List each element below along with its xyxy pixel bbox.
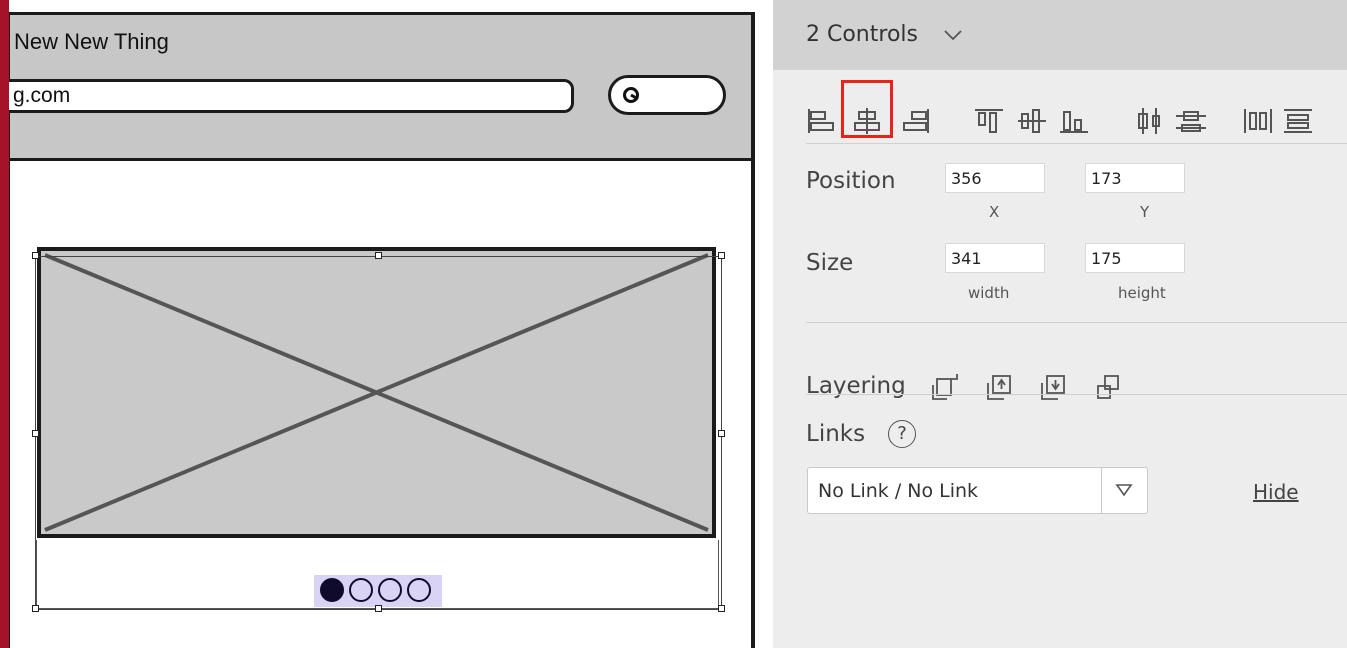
pager-dot-1[interactable] [320,578,344,602]
send-backward-icon[interactable] [1040,373,1068,401]
align-right-icon[interactable] [900,108,930,134]
link-select-value: No Link / No Link [818,480,979,502]
resize-handle-bottom-left[interactable] [32,605,39,612]
url-text: g.com [13,84,71,107]
links-label: Links [806,421,866,447]
size-height-caption: height [1118,284,1166,302]
mockup-canvas[interactable]: New New Thing g.com [9,0,773,648]
link-select[interactable]: No Link / No Link [807,467,1148,514]
resize-handle-bottom[interactable] [375,605,382,612]
position-x-input[interactable]: 356 [945,163,1045,193]
position-y-caption: Y [1140,203,1150,221]
panel-header-title: 2 Controls [806,22,918,47]
resize-handle-top[interactable] [375,252,382,259]
select-divider [1101,468,1102,513]
space-vertical-icon[interactable] [1283,108,1313,134]
accent-strip-left [0,0,9,648]
hide-link[interactable]: Hide [1253,480,1299,504]
resize-handle-top-left[interactable] [32,252,39,259]
browser-chrome: New New Thing g.com [9,15,751,161]
position-label: Position [806,168,896,194]
image-placeholder[interactable] [37,247,716,538]
align-bottom-icon[interactable] [1059,108,1089,134]
search-button[interactable] [608,75,726,115]
panel-header[interactable]: 2 Controls [773,0,1347,70]
pager-dot-4[interactable] [407,578,431,602]
divider [806,322,1347,323]
size-height-input[interactable]: 175 [1085,243,1185,273]
chevron-down-icon[interactable] [943,28,963,42]
resize-handle-top-right[interactable] [718,252,725,259]
search-icon [623,87,639,103]
divider [806,143,1347,144]
space-horizontal-icon[interactable] [1243,108,1273,134]
send-to-back-icon[interactable] [1095,373,1123,401]
pager-dot-3[interactable] [378,578,402,602]
resize-handle-left[interactable] [32,430,39,437]
browser-title: New New Thing [14,29,169,54]
distribute-horizontal-icon[interactable] [1135,108,1165,134]
align-left-icon[interactable] [807,108,837,134]
dropdown-arrow-icon[interactable] [1115,483,1133,497]
url-bar[interactable]: g.com [9,79,574,113]
size-width-input[interactable]: 341 [945,243,1045,273]
image-placeholder-cross-icon [44,253,709,532]
resize-handle-bottom-right[interactable] [718,605,725,612]
bring-forward-icon[interactable] [986,373,1014,401]
layering-label: Layering [806,373,906,399]
align-middle-icon[interactable] [1017,108,1047,134]
pagination-dots[interactable] [314,575,442,607]
align-top-icon[interactable] [974,108,1004,134]
help-icon[interactable]: ? [888,420,916,448]
size-label: Size [806,250,854,276]
pager-dot-2[interactable] [349,578,373,602]
resize-handle-right[interactable] [718,430,725,437]
align-center-icon[interactable] [852,108,882,134]
position-y-input[interactable]: 173 [1085,163,1185,193]
distribute-vertical-icon[interactable] [1176,108,1206,134]
position-x-caption: X [989,203,1000,221]
divider [806,394,1347,395]
size-width-caption: width [968,284,1010,302]
bring-to-front-icon[interactable] [931,373,959,401]
properties-panel: 2 Controls Position 356 173 X Y Size 341… [773,0,1347,648]
